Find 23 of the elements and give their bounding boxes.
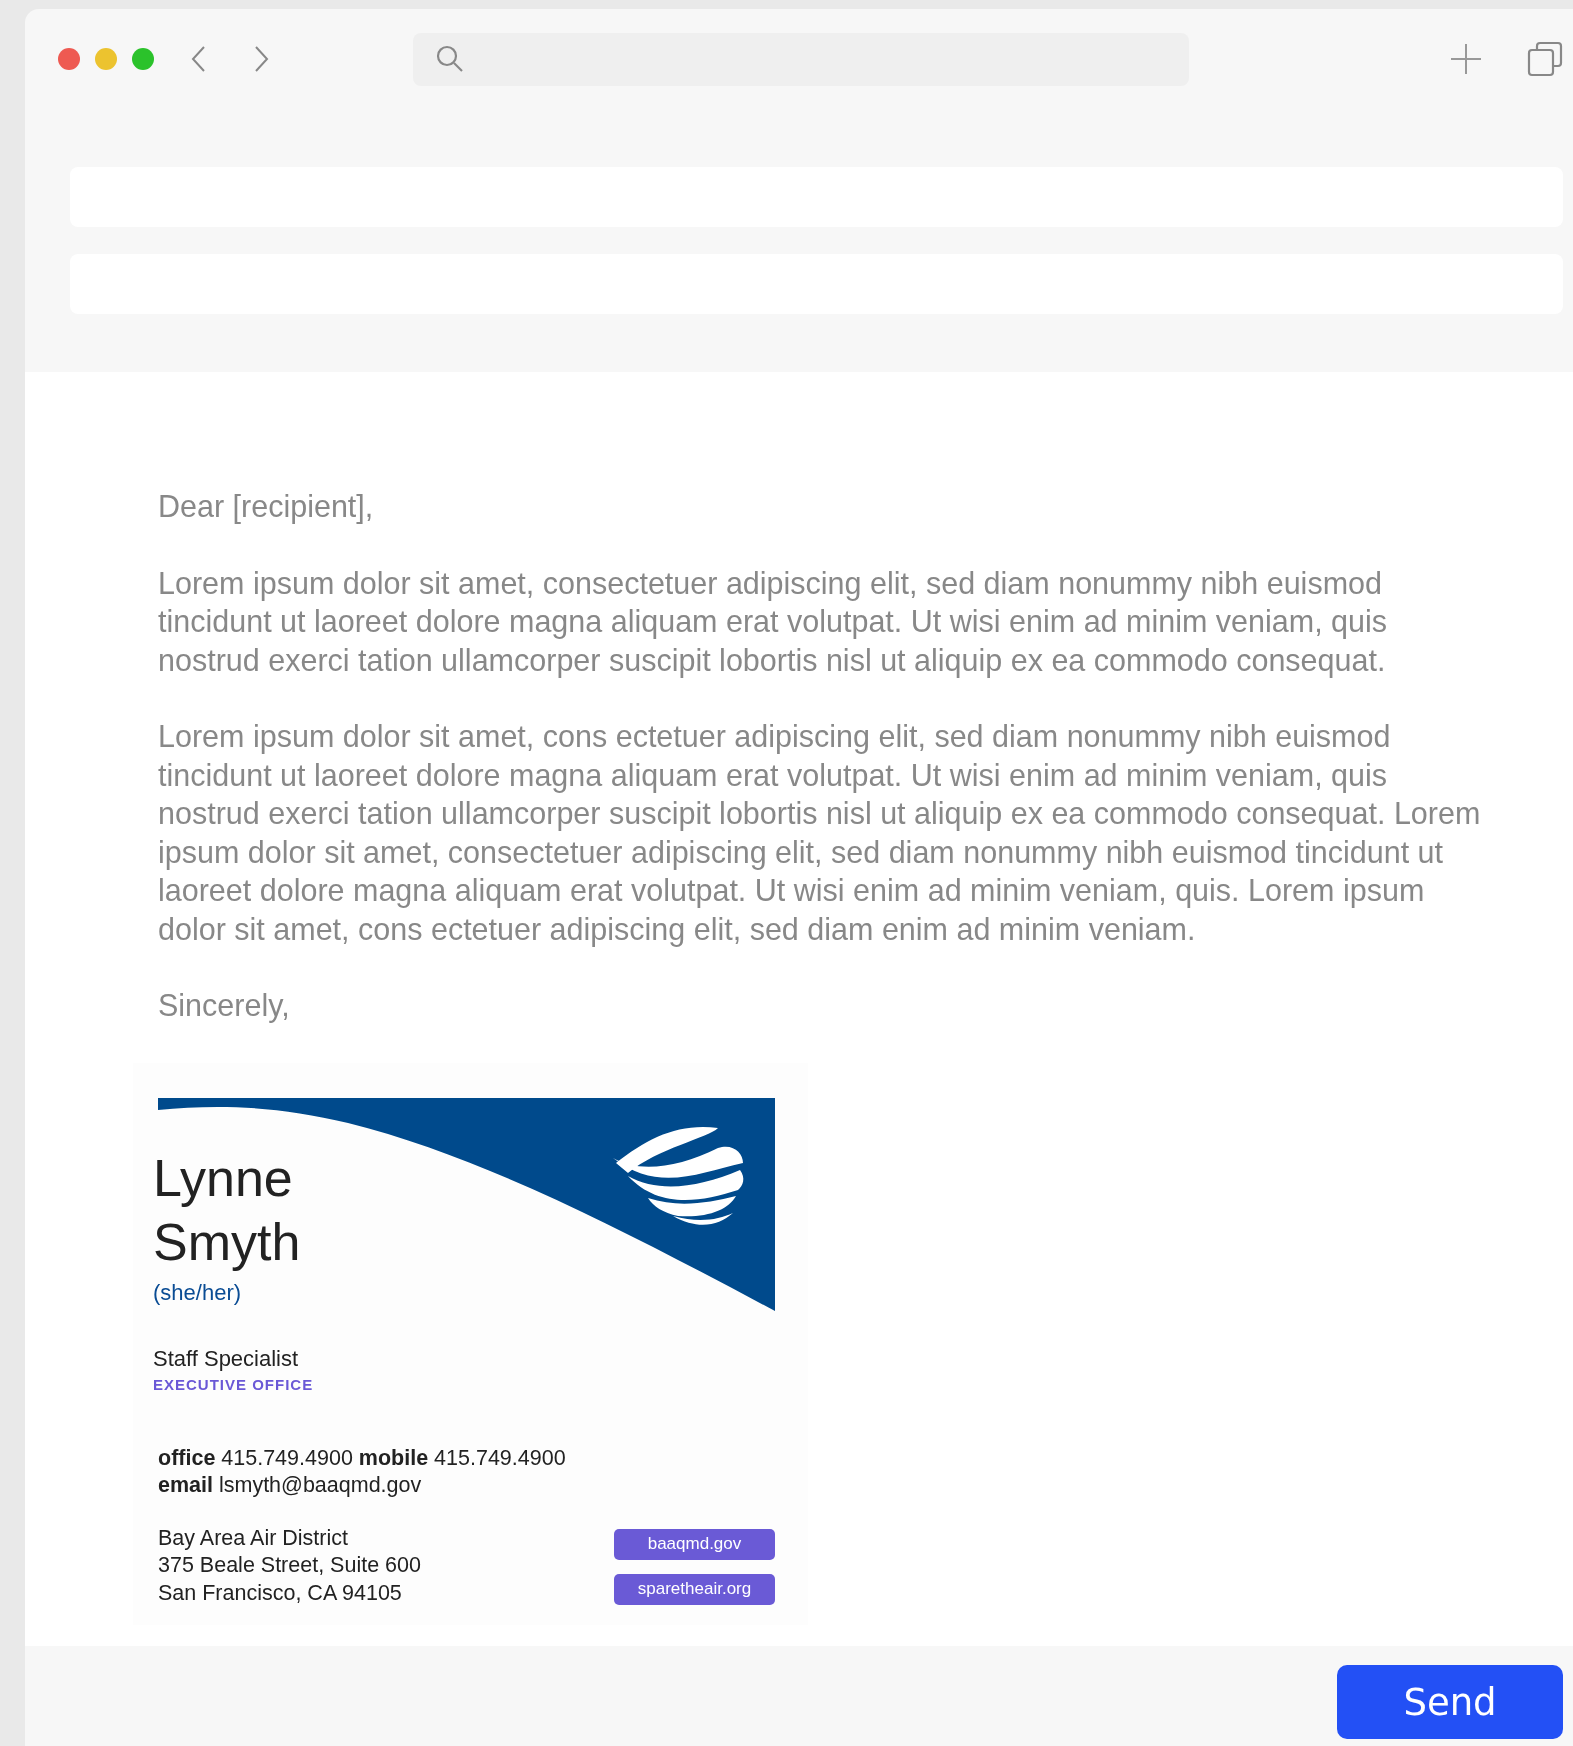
contact-line: office 415.749.4900 mobile 415.749.4900: [158, 1444, 567, 1472]
minimize-dot[interactable]: [95, 48, 117, 70]
website-link[interactable]: sparetheair.org: [614, 1573, 775, 1605]
address-line: San Francisco, CA 94105: [158, 1579, 403, 1607]
zoom-dot[interactable]: [132, 48, 154, 70]
closing-text: Sincerely,: [158, 987, 291, 1025]
website-link[interactable]: baaqmd.gov: [614, 1528, 775, 1560]
job-title: Staff Specialist: [153, 1345, 300, 1372]
greeting-text: Dear [recipient],: [158, 488, 375, 526]
close-dot[interactable]: [58, 48, 80, 70]
send-button[interactable]: Send: [1337, 1665, 1563, 1739]
search-icon: [435, 44, 465, 74]
tabs-icon[interactable]: [1527, 41, 1563, 77]
last-name: Smyth: [153, 1211, 301, 1273]
department-label: EXECUTIVE OFFICE: [153, 1375, 315, 1393]
plus-icon[interactable]: [1450, 43, 1482, 75]
contact-line: email lsmyth@baaqmd.gov: [158, 1471, 423, 1499]
address-line: Bay Area Air District: [158, 1524, 349, 1552]
first-name: Lynne: [153, 1147, 294, 1209]
pronouns-text: (she/her): [153, 1279, 243, 1306]
body-paragraph: Lorem ipsum dolor sit amet, cons ectetuer adipiscing elit, sed diam nonummy nibh euismod tincidunt ut laoreet dolore magna aliquam erat volutpat. Ut wisi enim ad minim veniam, quis nostrud exerci tation ullamcorper suscipit lobortis nisl ut aliquip ex ea commodo consequat. Lorem ipsum dolor sit amet, consectetuer adipiscing elit, sed diam nonummy nibh euismod tincidunt ut laoreet dolore magna aliquam erat volutpat. Ut wisi enim ad minim veniam, quis. Lorem ipsum dolor sit amet, cons ectetuer adipiscing elit, sed diam enim ad minim veniam.: [158, 718, 1482, 948]
address-line: 375 Beale Street, Suite 600: [158, 1552, 421, 1579]
body-paragraph: Lorem ipsum dolor sit amet, consectetuer adipiscing elit, sed diam nonummy nibh euismod tincidunt ut laoreet dolore magna aliquam erat volutpat. Ut wisi enim ad minim veniam, quis nostrud exerci tation ullamcorper suscipit lobortis nisl ut aliquip ex ea commodo consequat.: [158, 564, 1389, 679]
